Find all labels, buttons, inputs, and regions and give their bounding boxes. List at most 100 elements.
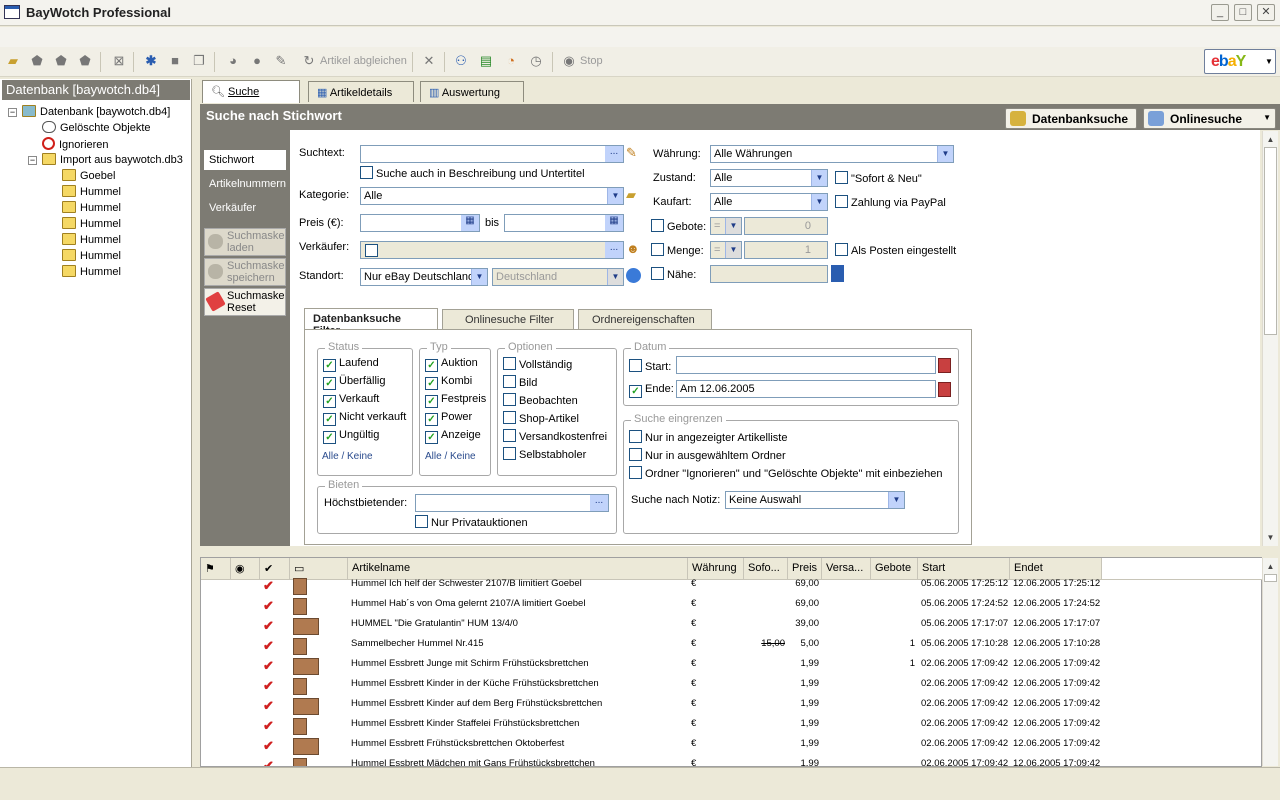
tree-item-child[interactable]: Hummel (8, 233, 190, 249)
ebay-button[interactable]: ebaY ▼ (1204, 49, 1276, 74)
menge-input[interactable]: 1 (744, 241, 828, 259)
pin-icon[interactable]: ✎ (272, 52, 290, 70)
option-selbstabholer[interactable]: Selbstabholer (503, 447, 607, 465)
option-shop-artikel[interactable]: Shop-Artikel (503, 411, 607, 429)
kategorie-select[interactable]: Alle ▼ (360, 187, 624, 205)
collapse-icon[interactable]: − (8, 108, 17, 117)
privat-checkbox[interactable] (415, 515, 428, 528)
waehrung-select[interactable]: Alle Währungen ▼ (710, 145, 954, 163)
more-button[interactable]: ... (590, 495, 608, 511)
category-folder-icon[interactable]: ▰ (626, 187, 636, 203)
sync-button[interactable]: Artikel abgleichen (320, 55, 407, 67)
menge-op-select[interactable]: = ▼ (710, 241, 742, 259)
form-scrollbar[interactable]: ▲ ▼ (1262, 131, 1278, 546)
note-icon[interactable]: ● (248, 52, 266, 70)
items-icon[interactable]: ❐ (190, 52, 208, 70)
online-search-button[interactable]: Onlinesuche ▼ (1143, 108, 1276, 129)
ende-row[interactable]: ✓ Ende: (629, 383, 674, 401)
tree-item-root[interactable]: − Datenbank [baywotch.db4] (8, 105, 190, 121)
desc-checkbox-row[interactable]: Suche auch in Beschreibung und Untertite… (360, 166, 585, 184)
chevron-down-icon[interactable]: ▼ (725, 218, 741, 234)
privat-row[interactable]: Nur Privatauktionen (415, 515, 528, 533)
typ-checkbox[interactable]: ✓ (425, 359, 438, 372)
folder-icon[interactable]: ⬟ (28, 52, 46, 70)
reset-mask-button[interactable]: Suchmaske Reset (204, 288, 286, 316)
option-checkbox[interactable] (503, 375, 516, 388)
option-vollstaendig[interactable]: Vollständig (503, 357, 607, 375)
preis-from-input[interactable]: ▦ (360, 214, 480, 232)
typ-anzeige[interactable]: ✓ Anzeige (425, 429, 486, 447)
item-icon[interactable]: ■ (166, 52, 184, 70)
tab-online-filter[interactable]: Onlinesuche Filter (442, 309, 574, 329)
eingrenzen-checkbox[interactable] (629, 448, 642, 461)
maximize-button[interactable]: □ (1234, 4, 1252, 21)
table-row[interactable]: ✔ Hummel Essbrett Kinder Staffelei Frühst… (201, 716, 1261, 736)
globe-icon[interactable] (626, 268, 641, 283)
sync-icon[interactable]: ↻ (300, 52, 318, 70)
collapse-icon[interactable]: − (28, 156, 37, 165)
verkaeufer-checkbox[interactable] (365, 244, 378, 257)
typ-checkbox[interactable]: ✓ (425, 395, 438, 408)
menge-row[interactable]: Menge: (651, 243, 704, 261)
status-checkbox[interactable]: ✓ (323, 377, 336, 390)
status-laufend[interactable]: ✓ Laufend (323, 357, 406, 375)
pencil-icon[interactable]: ✎ (626, 145, 637, 161)
zustand-select[interactable]: Alle ▼ (710, 169, 828, 187)
chevron-down-icon[interactable]: ▼ (888, 492, 904, 508)
scroll-up-icon[interactable]: ▲ (1264, 133, 1277, 146)
status-checkbox[interactable]: ✓ (323, 431, 336, 444)
scroll-up-icon[interactable]: ▲ (1264, 560, 1277, 573)
calculator-icon[interactable]: ▦ (461, 215, 479, 231)
status-verkauft[interactable]: ✓ Verkauft (323, 393, 406, 411)
gebote-input[interactable]: 0 (744, 217, 828, 235)
table-row[interactable]: ✔ Hummel Essbrett Kinder in der Küche Frü… (201, 676, 1261, 696)
typ-power[interactable]: ✓ Power (425, 411, 486, 429)
eingrenzen-checkbox[interactable] (629, 430, 642, 443)
naehe-checkbox[interactable] (651, 267, 664, 280)
start-input[interactable] (676, 356, 936, 374)
delete-folder-icon[interactable]: ⊠ (110, 52, 128, 70)
grid-scrollbar[interactable]: ▲ (1262, 558, 1278, 766)
eingrenzen-ignorieren[interactable]: Ordner "Ignorieren" und "Gelöschte Objek… (629, 466, 943, 484)
tree-item-import[interactable]: − Import aus baywotch.db3 (8, 153, 190, 169)
chevron-down-icon[interactable]: ▼ (811, 170, 827, 186)
option-checkbox[interactable] (503, 357, 516, 370)
table-row[interactable]: ✔ Sammelbecher Hummel Nr.415 €15,00 5,00 1 05… (201, 636, 1261, 656)
nav-seller[interactable]: Verkäufer (204, 198, 286, 218)
road-icon[interactable] (831, 265, 844, 282)
status-checkbox[interactable]: ✓ (323, 395, 336, 408)
calculator-icon[interactable]: ▦ (605, 215, 623, 231)
seller-icon[interactable]: ☻ (626, 241, 640, 256)
start-checkbox[interactable] (629, 359, 642, 372)
typ-festpreis[interactable]: ✓ Festpreis (425, 393, 486, 411)
table-row[interactable]: ✔ HUMMEL "Die Gratulantin" HUM 13/4/0 €39,… (201, 616, 1261, 636)
chevron-down-icon[interactable]: ▼ (725, 242, 741, 258)
tree-item-deleted[interactable]: Gelöschte Objekte (8, 121, 190, 137)
nav-keyword[interactable]: Stichwort (204, 150, 286, 170)
option-versandkostenfrei[interactable]: Versandkostenfrei (503, 429, 607, 447)
more-button[interactable]: ... (605, 146, 623, 162)
chevron-down-icon[interactable]: ▼ (607, 269, 623, 285)
status-nicht-verkauft[interactable]: ✓ Nicht verkauft (323, 411, 406, 429)
new-item-icon[interactable]: ✱ (142, 52, 160, 70)
table-row[interactable]: ✔ Hummel Ich helf der Schwester 2107/B li… (201, 576, 1261, 596)
ende-input[interactable]: Am 12.06.2005 (676, 380, 936, 398)
gebote-checkbox[interactable] (651, 219, 664, 232)
calendar-icon[interactable] (938, 382, 951, 397)
sofort-neu-checkbox[interactable] (835, 171, 848, 184)
sofort-neu-row[interactable]: "Sofort & Neu" (835, 171, 922, 189)
calendar-icon[interactable] (938, 358, 951, 373)
typ-checkbox[interactable]: ✓ (425, 431, 438, 444)
tree-item-child[interactable]: Hummel (8, 217, 190, 233)
tree-item-child[interactable]: Hummel (8, 249, 190, 265)
tree-item-child[interactable]: Goebel (8, 169, 190, 185)
standort-select[interactable]: Nur eBay Deutschland ▼ (360, 268, 488, 286)
eingrenzen-liste[interactable]: Nur in angezeigter Artikelliste (629, 430, 943, 448)
tree-item-child[interactable]: Hummel (8, 201, 190, 217)
status-checkbox[interactable]: ✓ (323, 413, 336, 426)
tree-item-child[interactable]: Hummel (8, 185, 190, 201)
typ-kombi[interactable]: ✓ Kombi (425, 375, 486, 393)
start-row[interactable]: Start: (629, 359, 671, 377)
chevron-down-icon[interactable]: ▼ (471, 269, 487, 285)
preis-to-input[interactable]: ▦ (504, 214, 624, 232)
